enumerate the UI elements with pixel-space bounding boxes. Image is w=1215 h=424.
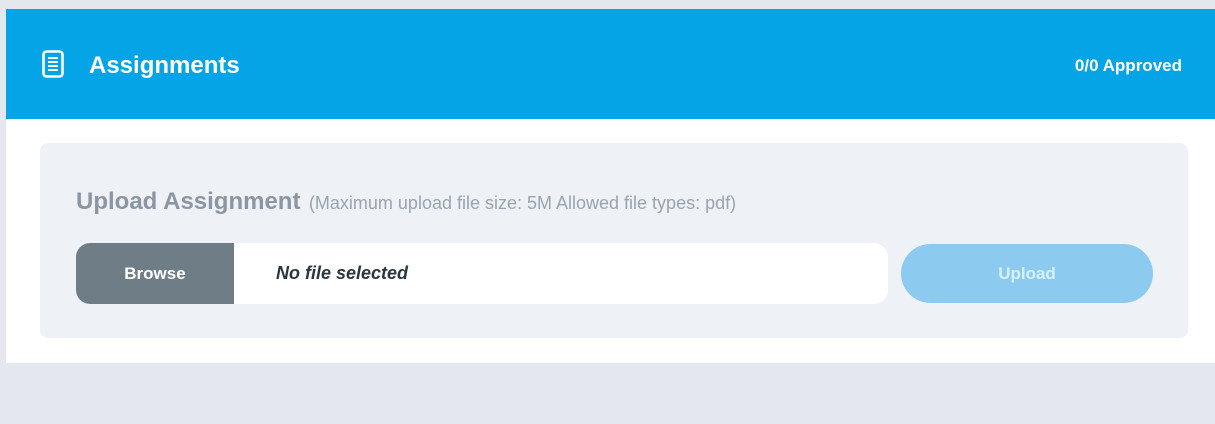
file-status: No file selected [276, 263, 409, 283]
upload-limits: (Maximum upload file size: 5M Allowed fi… [308, 193, 737, 213]
file-input-field[interactable]: Browse No file selected [76, 243, 888, 304]
upload-assignment-panel: Upload Assignment (Maximum upload file s… [40, 143, 1188, 338]
assignments-header: Assignments 0/0 Approved [6, 9, 1215, 119]
page-title: Assignments [89, 52, 240, 79]
upload-heading: Upload Assignment (Maximum upload file s… [76, 188, 736, 216]
assignments-card: Assignments 0/0 Approved Upload Assignme… [6, 9, 1215, 363]
upload-title: Upload Assignment [76, 188, 301, 215]
approval-status: 0/0 Approved [1074, 56, 1182, 75]
document-icon [42, 50, 64, 78]
upload-button[interactable]: Upload [901, 244, 1153, 303]
browse-button[interactable]: Browse [76, 243, 234, 304]
